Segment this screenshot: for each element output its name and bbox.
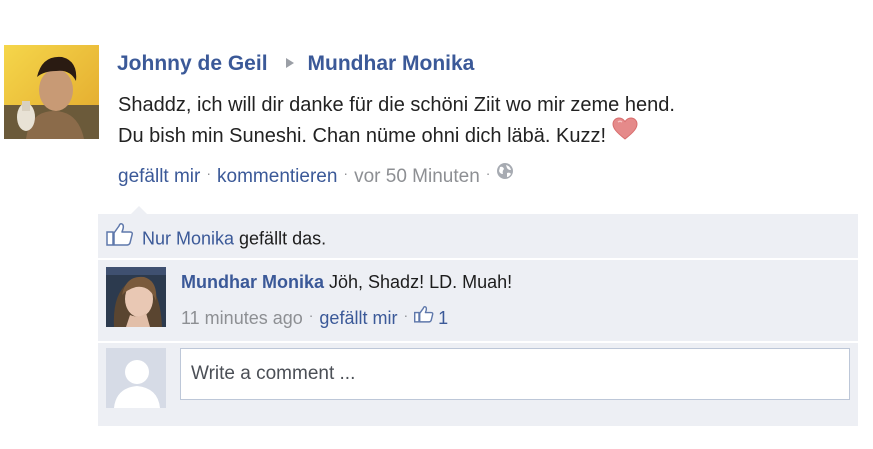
thumbs-up-icon[interactable] [414,305,434,329]
commenter-avatar[interactable] [106,267,166,327]
separator-dot: · [308,307,314,323]
separator-dot: · [485,165,491,181]
post-message: Shaddz, ich will dir danke für die schön… [118,90,675,153]
recipient-name-link[interactable]: Mundhar Monika [308,52,475,75]
current-user-avatar [106,348,166,408]
comment-text: Jöh, Shadz! LD. Muah! [324,272,513,292]
post-timestamp[interactable]: vor 50 Minuten [354,166,480,187]
heart-icon [612,117,638,150]
default-avatar-icon [106,348,166,408]
separator-dot: · [343,165,349,181]
author-avatar[interactable] [4,45,99,139]
post-message-line-2-text: Du bish min Suneshi. Chan nüme ohni dich… [118,124,607,147]
post-message-line-1: Shaddz, ich will dir danke für die schön… [118,94,675,116]
divider [98,258,858,260]
like-link[interactable]: gefällt mir [118,166,200,187]
liker-name-link[interactable]: Nur Monika [142,228,234,248]
likes-suffix: gefällt das. [234,228,327,249]
arrow-right-icon [285,58,294,69]
comment-timestamp[interactable]: 11 minutes ago [181,308,303,328]
separator-dot: · [206,165,212,181]
user-photo-icon [4,45,99,139]
globe-icon[interactable] [496,162,514,187]
comment-meta: 11 minutes ago · gefällt mir · 1 [181,303,448,331]
comment-input[interactable] [180,348,850,400]
commenter-name-link[interactable]: Mundhar Monika [181,272,324,292]
comment-like-count[interactable]: 1 [438,308,448,328]
thumbs-up-icon [106,222,134,253]
divider [98,341,858,343]
likes-summary: Nur Monika gefällt das. [106,222,327,255]
post-message-line-2: Du bish min Suneshi. Chan nüme ohni dich… [118,117,675,153]
comment-panel-nub [131,206,147,214]
post-header: Johnny de Geil Mundhar Monika [117,51,474,77]
post-actions: gefällt mir · kommentieren · vor 50 Minuten · [118,161,514,189]
separator-dot: · [403,307,409,323]
comment-like-link[interactable]: gefällt mir [319,308,397,328]
comment-link[interactable]: kommentieren [217,166,337,187]
user-photo-icon [106,267,166,327]
author-name-link[interactable]: Johnny de Geil [117,52,268,75]
comment-body: Mundhar Monika Jöh, Shadz! LD. Muah! [181,270,512,294]
comment-panel: Nur Monika gefällt das. Mundhar Monika J… [98,214,858,426]
